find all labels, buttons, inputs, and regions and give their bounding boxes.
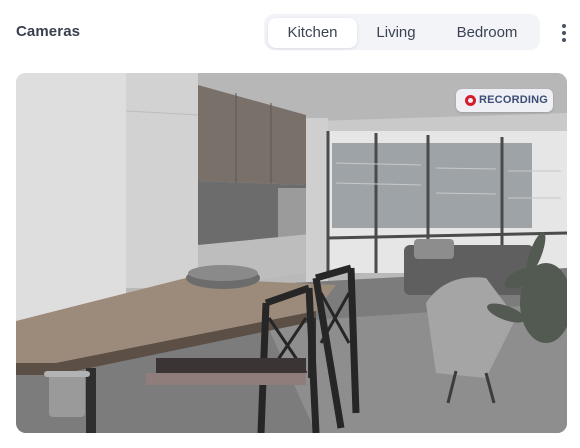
- camera-feed-image: [16, 73, 567, 433]
- card-title: Cameras: [16, 23, 81, 40]
- cameras-card: Cameras Kitchen Living Bedroom RECORDING: [0, 0, 580, 448]
- record-dot-icon: [465, 95, 476, 106]
- room-tabs: Kitchen Living Bedroom: [264, 14, 540, 50]
- more-options-button[interactable]: [557, 22, 571, 44]
- recording-status-badge: RECORDING: [456, 89, 553, 112]
- tab-bedroom[interactable]: Bedroom: [442, 18, 532, 48]
- camera-feed[interactable]: [16, 73, 567, 433]
- tab-kitchen[interactable]: Kitchen: [268, 18, 357, 48]
- tab-living[interactable]: Living: [360, 18, 432, 48]
- recording-label: RECORDING: [479, 94, 549, 106]
